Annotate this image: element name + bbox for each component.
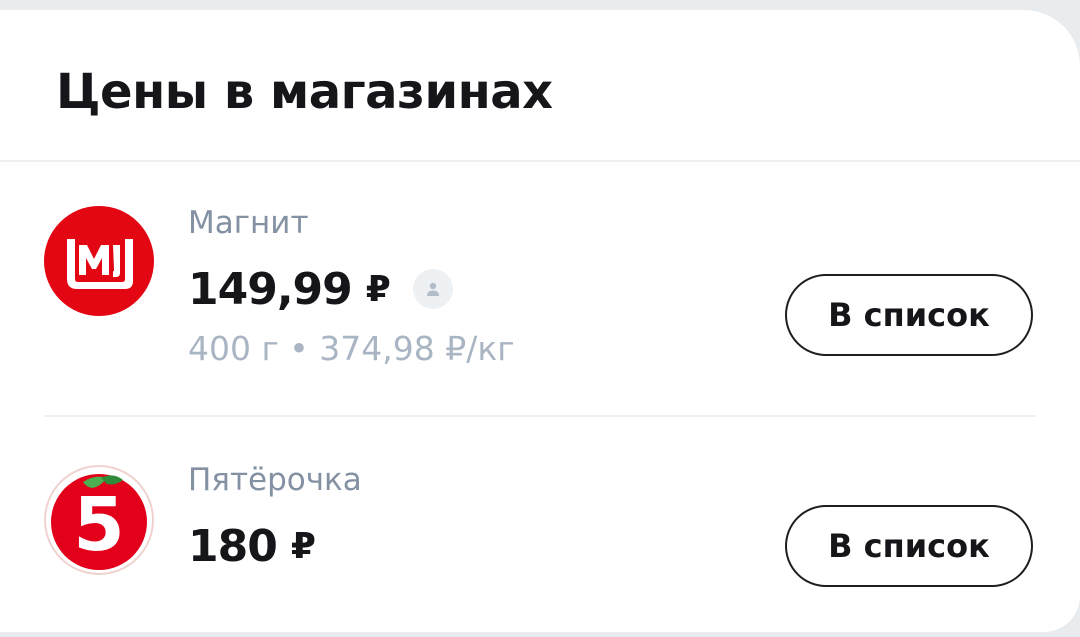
price-value: 149,99 [188,263,353,315]
svg-text:5: 5 [73,482,125,568]
pyaterochka-logo: 5 [43,464,155,576]
store-prices-card: Цены в магазинах Магнит 149,99 ₽ 400 г •… [0,10,1080,632]
add-to-list-button[interactable]: В список [785,274,1033,356]
magnit-logo [43,205,155,317]
section-title: Цены в магазинах [56,64,553,120]
store-divider [44,415,1036,417]
unit-price: 400 г • 374,98 ₽/кг [188,329,515,368]
header-divider [0,160,1080,162]
price-line: 149,99 ₽ [188,259,453,319]
user-icon[interactable] [412,269,453,309]
price-line: 180 ₽ [188,516,316,576]
store-name: Пятёрочка [188,462,362,498]
price-value: 180 [188,520,278,572]
currency-symbol: ₽ [365,268,391,310]
store-name: Магнит [188,205,309,241]
add-to-list-button[interactable]: В список [785,505,1033,587]
currency-symbol: ₽ [290,525,316,567]
